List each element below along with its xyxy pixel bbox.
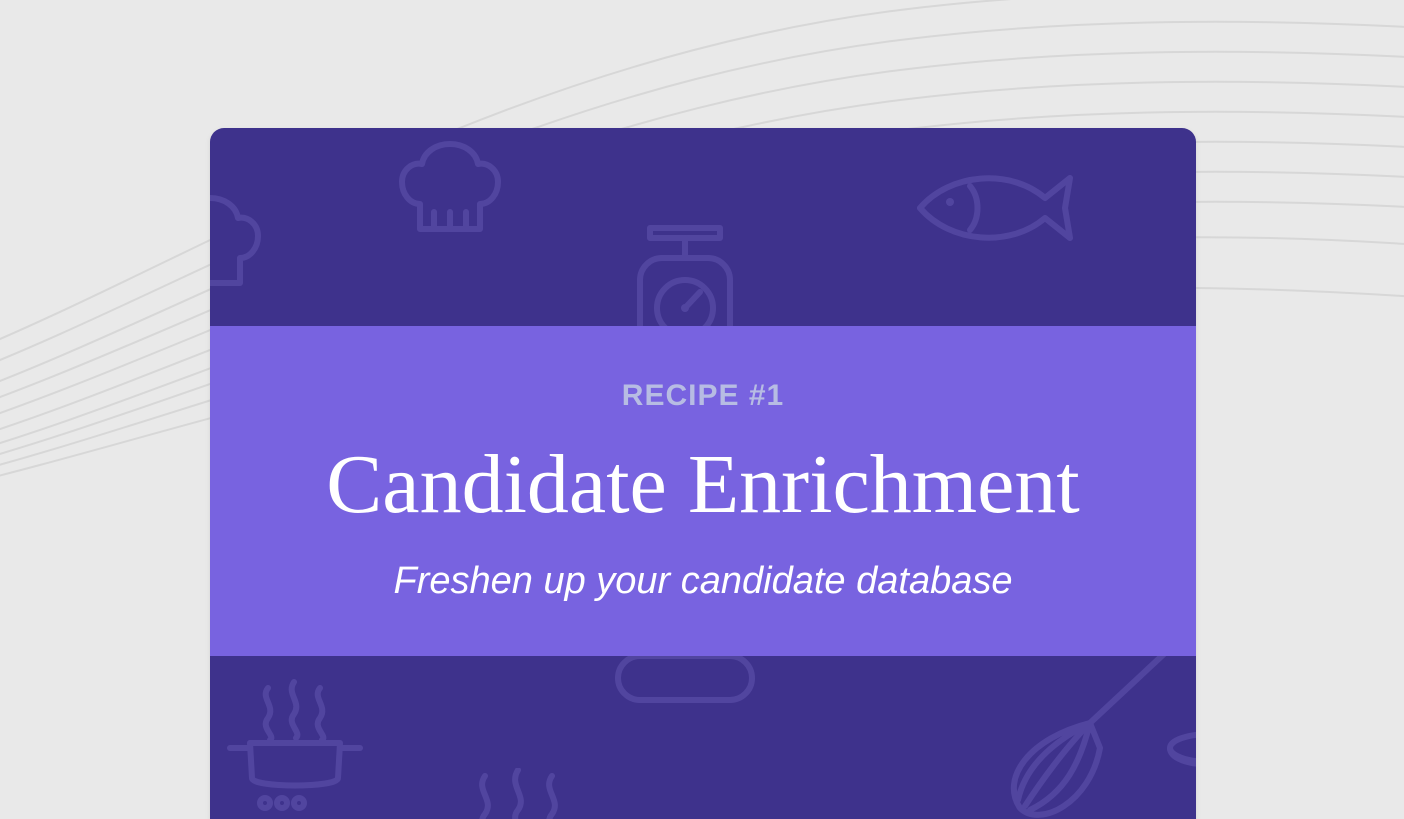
pot-steam-icon — [220, 668, 370, 818]
chef-hat-icon — [390, 134, 510, 244]
pan-icon — [1160, 658, 1196, 788]
recipe-subtitle: Freshen up your candidate database — [394, 560, 1013, 603]
whisk-icon — [970, 648, 1170, 819]
recipe-card: RECIPE #1 Candidate Enrichment Freshen u… — [210, 128, 1196, 819]
title-band: RECIPE #1 Candidate Enrichment Freshen u… — [210, 326, 1196, 656]
fish-icon — [910, 158, 1080, 258]
cutting-board-icon — [610, 648, 760, 708]
steam-icon — [460, 768, 580, 819]
chef-hat-partial-icon — [210, 188, 270, 298]
recipe-title: Candidate Enrichment — [326, 441, 1079, 529]
recipe-label: RECIPE #1 — [622, 379, 784, 413]
